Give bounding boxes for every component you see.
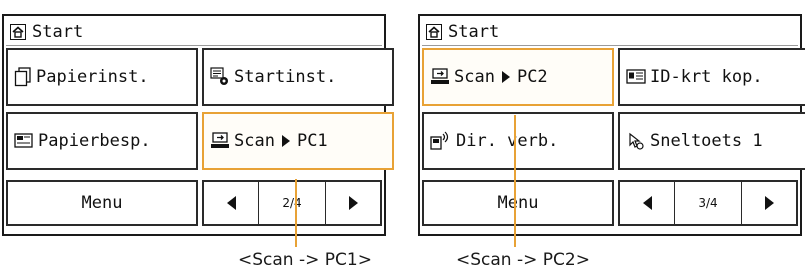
pager: 3/4 [618, 180, 798, 226]
paper-saving-button[interactable]: Papierbesp. [6, 112, 198, 170]
tile-label-suffix: PC2 [516, 67, 548, 87]
id-card-copy-button[interactable]: ID-krt kop. [618, 48, 805, 106]
tile-label: Scan [454, 67, 495, 87]
scan-to-pc-icon [430, 68, 450, 86]
home-icon [10, 23, 26, 40]
menu-label: Menu [497, 193, 539, 213]
tile-label: Papierbesp. [38, 131, 151, 151]
tile-label: Startinst. [234, 67, 337, 87]
previous-page-button[interactable] [620, 182, 674, 224]
bottom-bar: Menu 2/4 [6, 180, 382, 228]
arrow-left-icon [642, 196, 652, 210]
callout-label-pc1: <Scan -> PC1> [238, 250, 372, 270]
shortcut-1-button[interactable]: Sneltoets 1 [618, 112, 805, 170]
screen-panel-right: Start Scan PC2 ID-krt kop. Dir. verb. Sn… [418, 14, 805, 236]
pager: 2/4 [202, 180, 382, 226]
callout-label-pc2: <Scan -> PC2> [456, 250, 590, 270]
previous-page-button[interactable] [204, 182, 258, 224]
paper-settings-button[interactable]: Papierinst. [6, 48, 198, 106]
callout-line-pc1 [295, 179, 297, 247]
startup-settings-icon [210, 67, 230, 87]
title-bar: Start [6, 18, 382, 46]
direct-connection-button[interactable]: Dir. verb. [422, 112, 614, 170]
tile-label: ID-krt kop. [650, 67, 763, 87]
page-indicator: 3/4 [674, 182, 742, 224]
menu-button[interactable]: Menu [422, 180, 614, 226]
screen-panel-left: Start Papierinst. Startinst. Papierbesp.… [2, 14, 394, 236]
tile-label: Dir. verb. [456, 131, 559, 151]
menu-label: Menu [81, 193, 123, 213]
arrow-right-icon [764, 196, 774, 210]
arrow-right-icon [348, 196, 358, 210]
menu-button[interactable]: Menu [6, 180, 198, 226]
paper-saving-icon [14, 132, 34, 150]
tile-label: Scan [234, 131, 275, 151]
bottom-bar: Menu 3/4 [422, 180, 798, 228]
title-label: Start [32, 21, 84, 42]
scan-to-pc2-button[interactable]: Scan PC2 [422, 48, 614, 106]
home-icon [426, 23, 442, 40]
scan-to-pc1-button[interactable]: Scan PC1 [202, 112, 394, 170]
tile-label: Sneltoets 1 [650, 131, 763, 151]
id-card-copy-icon [626, 68, 646, 86]
title-bar: Start [422, 18, 798, 46]
arrow-left-icon [226, 196, 236, 210]
direct-connection-icon [430, 131, 452, 151]
arrow-right-icon [281, 135, 290, 147]
callout-line-pc2 [514, 115, 516, 247]
startup-settings-button[interactable]: Startinst. [202, 48, 394, 106]
page-indicator: 2/4 [258, 182, 326, 224]
tile-label-suffix: PC1 [296, 131, 328, 151]
title-label: Start [448, 21, 500, 42]
paper-settings-icon [14, 67, 32, 87]
next-page-button[interactable] [326, 182, 380, 224]
scan-to-pc-icon [210, 132, 230, 150]
shortcut-icon [626, 131, 646, 151]
tile-label: Papierinst. [36, 67, 149, 87]
next-page-button[interactable] [742, 182, 796, 224]
arrow-right-icon [501, 71, 510, 83]
